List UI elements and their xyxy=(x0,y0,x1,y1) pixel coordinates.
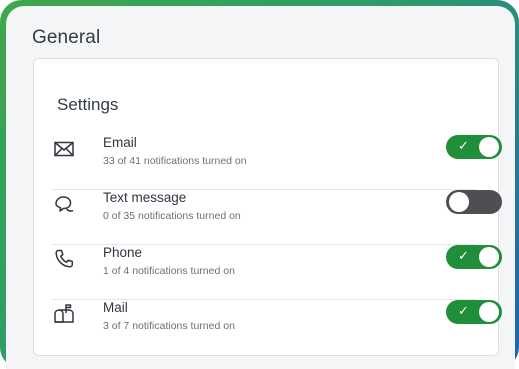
settings-row-text-message: Text message 0 of 35 notifications turne… xyxy=(52,190,502,245)
panel-title: General xyxy=(32,27,101,48)
chat-bubbles-icon xyxy=(52,192,76,216)
mailbox-icon xyxy=(52,302,76,326)
text-message-toggle[interactable] xyxy=(446,190,502,214)
settings-row-label: Mail xyxy=(103,300,128,315)
settings-row-label: Text message xyxy=(103,190,187,205)
settings-row-label: Email xyxy=(103,135,137,150)
email-toggle[interactable]: ✓ xyxy=(446,135,502,159)
settings-row-mail: Mail 3 of 7 notifications turned on ✓ xyxy=(52,300,502,354)
toggle-knob xyxy=(479,137,499,157)
check-icon: ✓ xyxy=(458,249,469,264)
toggle-knob xyxy=(479,302,499,322)
settings-title: Settings xyxy=(57,95,119,114)
settings-row-email: Email 33 of 41 notifications turned on ✓ xyxy=(52,135,502,190)
settings-row-subtitle: 33 of 41 notifications turned on xyxy=(103,155,247,167)
envelope-icon xyxy=(52,137,76,161)
phone-icon xyxy=(52,247,76,271)
panel-frame: General Settings Email 33 of 41 notifica… xyxy=(0,0,519,369)
panel-background: General Settings Email 33 of 41 notifica… xyxy=(6,6,515,369)
settings-row-subtitle: 3 of 7 notifications turned on xyxy=(103,320,235,332)
check-icon: ✓ xyxy=(458,139,469,154)
phone-toggle[interactable]: ✓ xyxy=(446,245,502,269)
check-icon: ✓ xyxy=(458,304,469,319)
mail-toggle[interactable]: ✓ xyxy=(446,300,502,324)
settings-row-subtitle: 1 of 4 notifications turned on xyxy=(103,265,235,277)
settings-card: Settings Email 33 of 41 notifications tu… xyxy=(33,58,502,356)
settings-row-label: Phone xyxy=(103,245,143,260)
settings-row-subtitle: 0 of 35 notifications turned on xyxy=(103,210,241,222)
toggle-knob xyxy=(479,247,499,267)
toggle-knob xyxy=(449,192,469,212)
settings-row-phone: Phone 1 of 4 notifications turned on ✓ xyxy=(52,245,502,300)
